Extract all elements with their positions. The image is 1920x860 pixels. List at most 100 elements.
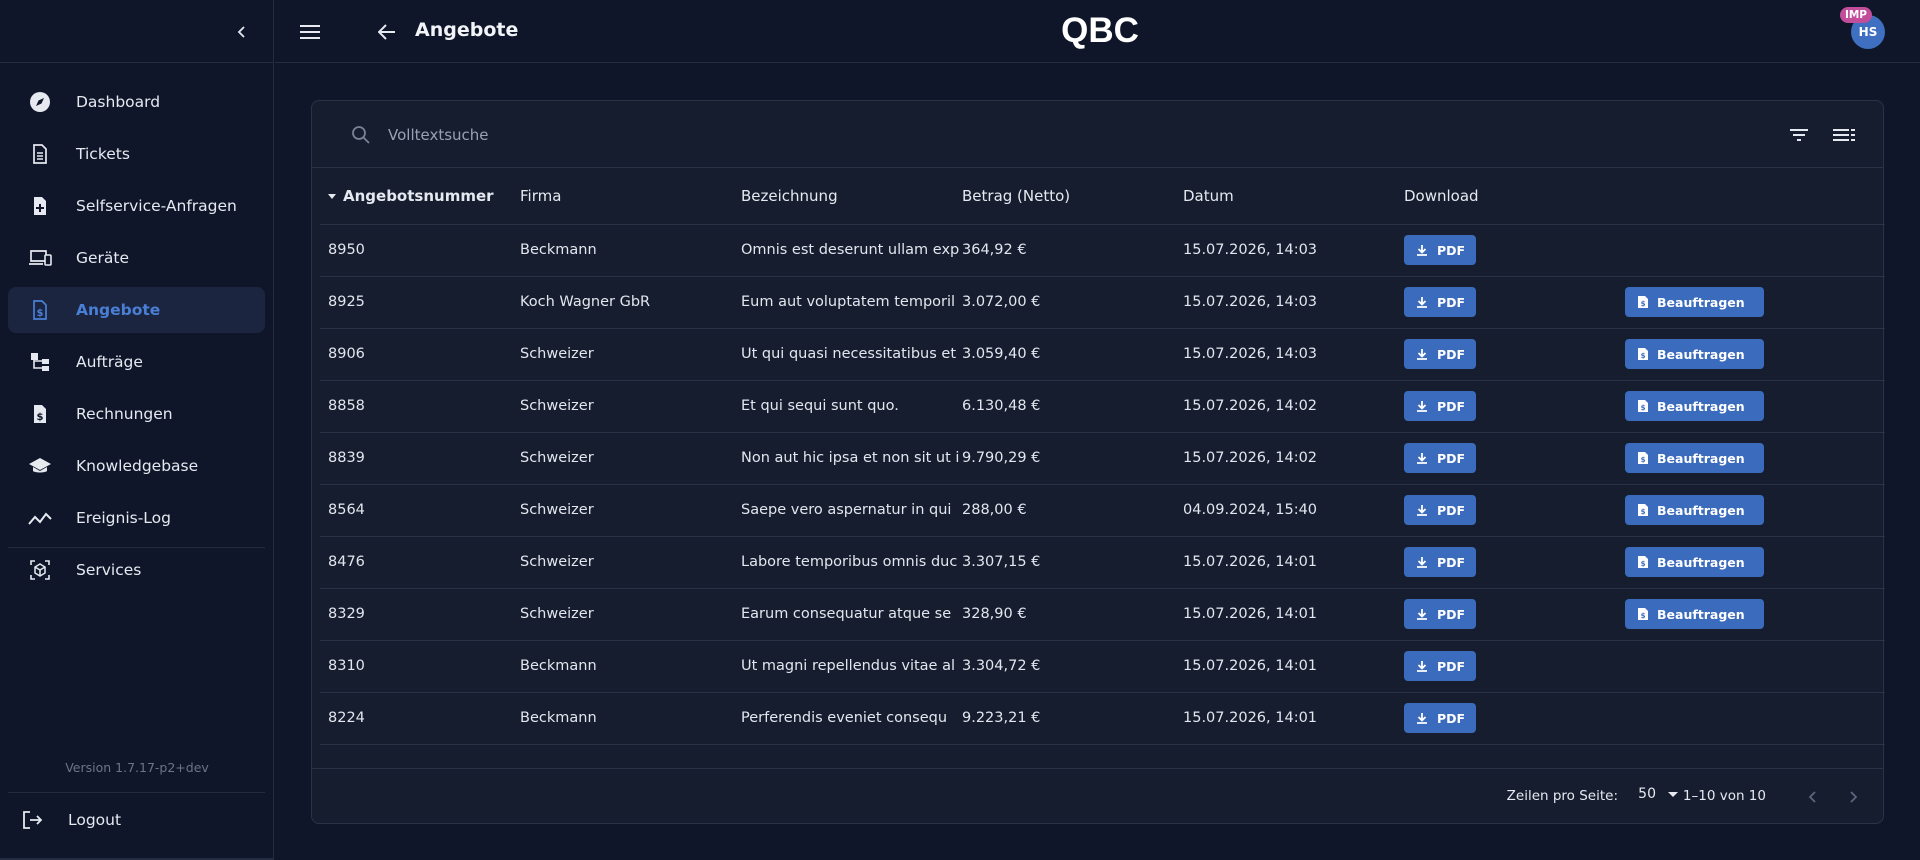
beauftragen-button[interactable]: $ Beauftragen — [1625, 547, 1764, 577]
table-row[interactable]: 8858 Schweizer Et qui sequi sunt quo. 6.130… — [320, 380, 1885, 433]
beauftragen-button[interactable]: $ Beauftragen — [1625, 443, 1764, 473]
pdf-download-button[interactable]: PDF — [1404, 287, 1476, 317]
sidebar-item-services[interactable]: Services — [8, 547, 265, 593]
table-row[interactable]: 8476 Schweizer Labore temporibus omnis duc… — [320, 536, 1885, 589]
cell-download: PDF — [1404, 536, 1625, 589]
back-button[interactable] — [374, 19, 400, 45]
sidebar-item-label: Selfservice-Anfragen — [76, 197, 237, 215]
table-row[interactable]: 8329 Schweizer Earum consequatur atque se 3… — [320, 588, 1885, 641]
sidebar-item-label: Knowledgebase — [76, 457, 199, 475]
cell-bezeichnung: Saepe vero aspernatur in qui — [741, 484, 962, 537]
search-input[interactable] — [388, 121, 988, 149]
rows-per-page-label: Zeilen pro Seite: — [1506, 788, 1618, 804]
pdf-download-button[interactable]: PDF — [1404, 599, 1476, 629]
sidebar-item-tickets[interactable]: Tickets — [8, 131, 265, 177]
cell-datum: 15.07.2026, 14:01 — [1183, 536, 1404, 589]
sidebar-item-rechnungen[interactable]: $ Rechnungen — [8, 391, 265, 437]
sidebar-item-knowledgebase[interactable]: Knowledgebase — [8, 443, 265, 489]
table-row[interactable]: 8839 Schweizer Non aut hic ipsa et non sit… — [320, 432, 1885, 485]
document-dollar-icon: $ — [1637, 399, 1649, 413]
impersonation-badge: IMP — [1839, 7, 1872, 23]
cell-firma: Beckmann — [520, 692, 741, 745]
search-icon — [352, 126, 370, 144]
table-row[interactable]: 8925 Koch Wagner GbR Eum aut voluptatem te… — [320, 276, 1885, 329]
sidebar-item-label: Ereignis-Log — [76, 509, 171, 527]
document-dollar-icon: $ — [28, 298, 52, 322]
sidebar-item-label: Angebote — [76, 301, 161, 319]
beauftragen-button[interactable]: $ Beauftragen — [1625, 391, 1764, 421]
cell-firma: Schweizer — [520, 328, 741, 381]
pdf-download-button[interactable]: PDF — [1404, 391, 1476, 421]
column-header-betrag[interactable]: Betrag (Netto) — [962, 168, 1183, 225]
download-icon — [1416, 400, 1428, 412]
document-dollar-icon: $ — [1637, 295, 1649, 309]
column-header-angebotsnummer[interactable]: Angebotsnummer — [320, 168, 520, 225]
beauftragen-button[interactable]: $ Beauftragen — [1625, 599, 1764, 629]
sidebar-item-ereignis-log[interactable]: Ereignis-Log — [8, 495, 265, 541]
download-icon — [1416, 504, 1428, 516]
cell-betrag: 9.790,29 € — [962, 432, 1183, 485]
cell-angebotsnummer: 8906 — [320, 328, 520, 381]
column-header-bezeichnung[interactable]: Bezeichnung — [741, 168, 962, 225]
cell-datum: 15.07.2026, 14:01 — [1183, 692, 1404, 745]
table-row[interactable]: 8906 Schweizer Ut qui quasi necessitatibus… — [320, 328, 1885, 381]
sidebar-item-selfservice-anfragen[interactable]: Selfservice-Anfragen — [8, 183, 265, 229]
beauftragen-button[interactable]: $ Beauftragen — [1625, 495, 1764, 525]
pdf-download-button[interactable]: PDF — [1404, 547, 1476, 577]
sidebar-item-geräte[interactable]: Geräte — [8, 235, 265, 281]
beauftragen-button[interactable]: $ Beauftragen — [1625, 339, 1764, 369]
cell-bezeichnung: Earum consequatur atque se — [741, 588, 962, 641]
column-header-firma[interactable]: Firma — [520, 168, 741, 225]
sidebar-header — [0, 0, 273, 63]
previous-page-button[interactable] — [1801, 785, 1825, 809]
qbc-logo: QBC — [1061, 11, 1139, 50]
download-icon — [1416, 556, 1428, 568]
column-header-actions — [1625, 168, 1885, 225]
cell-bezeichnung: Eum aut voluptatem temporil — [741, 276, 962, 329]
download-icon — [1416, 608, 1428, 620]
beauftragen-button[interactable]: $ Beauftragen — [1625, 287, 1764, 317]
cell-betrag: 288,00 € — [962, 484, 1183, 537]
cell-bezeichnung: Perferendis eveniet consequ — [741, 692, 962, 745]
cell-firma: Koch Wagner GbR — [520, 276, 741, 329]
rows-per-page-select[interactable]: 50 — [1638, 786, 1678, 802]
pdf-label: PDF — [1437, 294, 1466, 310]
table-row[interactable]: 8224 Beckmann Perferendis eveniet consequ 9… — [320, 692, 1885, 745]
beauftragen-label: Beauftragen — [1657, 606, 1745, 622]
table-row[interactable]: 8950 Beckmann Omnis est deserunt ullam exp… — [320, 224, 1885, 277]
cell-angebotsnummer: 8858 — [320, 380, 520, 433]
sidebar-item-aufträge[interactable]: Aufträge — [8, 339, 265, 385]
pdf-download-button[interactable]: PDF — [1404, 703, 1476, 733]
filter-button[interactable] — [1787, 123, 1811, 147]
chevron-left-icon — [237, 26, 245, 38]
pdf-download-button[interactable]: PDF — [1404, 495, 1476, 525]
pdf-download-button[interactable]: PDF — [1404, 651, 1476, 681]
collapse-sidebar-button[interactable] — [229, 19, 255, 45]
column-header-datum[interactable]: Datum — [1183, 168, 1404, 225]
svg-text:QBC: QBC — [1061, 11, 1139, 50]
logout-icon — [20, 808, 44, 832]
sidebar-item-label: Tickets — [76, 145, 130, 163]
document-dollar-icon: $ — [1637, 555, 1649, 569]
cell-angebotsnummer: 8329 — [320, 588, 520, 641]
column-settings-button[interactable] — [1832, 123, 1856, 147]
hamburger-icon — [300, 25, 320, 39]
table-row[interactable]: 8564 Schweizer Saepe vero aspernatur in qu… — [320, 484, 1885, 537]
next-page-button[interactable] — [1841, 785, 1865, 809]
pdf-download-button[interactable]: PDF — [1404, 443, 1476, 473]
logout-button[interactable]: Logout — [0, 797, 273, 843]
sidebar-item-angebote[interactable]: $ Angebote — [8, 287, 265, 333]
table-row[interactable]: 8310 Beckmann Ut magni repellendus vitae a… — [320, 640, 1885, 693]
sidebar-item-dashboard[interactable]: Dashboard — [8, 79, 265, 125]
topbar: Angebote QBC HS IMP — [275, 0, 1920, 63]
cell-betrag: 3.304,72 € — [962, 640, 1183, 693]
trend-line-icon — [28, 506, 52, 530]
cell-actions: $ Beauftragen — [1625, 380, 1885, 433]
pdf-download-button[interactable]: PDF — [1404, 339, 1476, 369]
pdf-download-button[interactable]: PDF — [1404, 235, 1476, 265]
chevron-left-icon — [1808, 791, 1816, 803]
cell-datum: 15.07.2026, 14:03 — [1183, 224, 1404, 277]
cell-betrag: 3.307,15 € — [962, 536, 1183, 589]
arrow-left-icon — [378, 24, 395, 40]
menu-button[interactable] — [297, 19, 323, 45]
